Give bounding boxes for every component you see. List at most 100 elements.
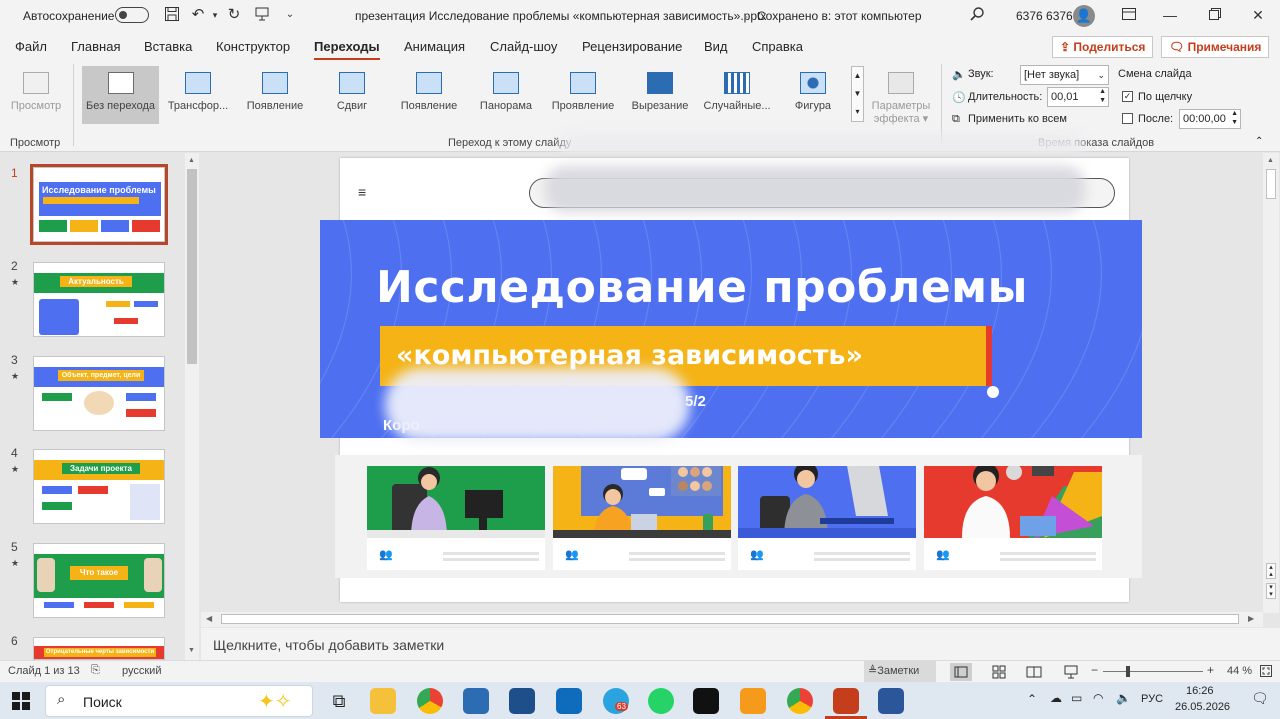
notes-button[interactable]: ≜Заметки xyxy=(864,661,936,682)
sound-select[interactable]: [Нет звука] ⌄ xyxy=(1020,65,1109,85)
minimize-icon[interactable]: — xyxy=(1150,3,1190,27)
taskbar-search-box[interactable]: ⌕ Поиск ✦✧ xyxy=(45,685,313,717)
preview-button[interactable]: Просмотр xyxy=(6,66,66,124)
card-image-4[interactable]: 👥 xyxy=(924,466,1102,570)
file-explorer-icon[interactable] xyxy=(370,688,396,714)
card-image-2[interactable]: 👥 xyxy=(553,466,731,570)
slide-title[interactable]: Исследование проблемы xyxy=(376,262,1028,313)
slide-thumbnail-2[interactable]: Актуальность xyxy=(33,262,165,337)
notifications-icon[interactable]: 🗨 xyxy=(1251,690,1269,707)
zoom-in-icon[interactable]: + xyxy=(1207,663,1214,677)
scroll-right-icon[interactable]: ▶ xyxy=(1248,614,1254,623)
undo-icon[interactable]: ↶ xyxy=(189,6,207,24)
powerpoint-icon[interactable] xyxy=(833,688,859,714)
transition-morph[interactable]: Трансфор... xyxy=(160,66,236,124)
windows-start-icon[interactable] xyxy=(12,692,30,713)
tab-review[interactable]: Рецензирование xyxy=(582,39,682,54)
save-icon[interactable] xyxy=(163,6,181,24)
notion-icon[interactable] xyxy=(693,688,719,714)
slide-thumbnail-1[interactable]: Исследование проблемы xyxy=(30,164,168,245)
user-avatar[interactable]: 👤 xyxy=(1073,5,1095,27)
gallery-scroll[interactable]: ▲ ▼ ▾ xyxy=(851,66,864,122)
scroll-down-icon[interactable]: ▼ xyxy=(188,647,195,654)
user-name[interactable]: 6376 6376 xyxy=(1016,9,1073,23)
spelling-icon[interactable]: ⎘ xyxy=(91,664,100,677)
transition-none[interactable]: Без перехода xyxy=(82,66,159,124)
close-icon[interactable]: ✕ xyxy=(1238,3,1278,27)
slide-thumbnail-3[interactable]: Объект, предмет, цели xyxy=(33,356,165,431)
slideshow-button[interactable] xyxy=(1060,663,1082,681)
spinner-icon[interactable]: ▲ ▼ xyxy=(1099,87,1106,105)
chevron-up-icon[interactable]: ⌃ xyxy=(1027,692,1037,706)
outlook-icon[interactable] xyxy=(556,688,582,714)
tab-view[interactable]: Вид xyxy=(704,39,728,54)
zoom-slider-thumb[interactable] xyxy=(1126,666,1130,677)
chrome-profile-icon[interactable] xyxy=(787,688,813,714)
slide-subtitle[interactable]: «компьютерная зависимость» xyxy=(396,340,863,371)
tab-transitions[interactable]: Переходы xyxy=(314,39,380,61)
slide-sorter-button[interactable] xyxy=(988,663,1010,681)
chrome-icon[interactable] xyxy=(417,688,443,714)
tab-design[interactable]: Конструктор xyxy=(216,39,290,54)
undo-dropdown-icon[interactable]: ▾ xyxy=(206,6,224,24)
input-language[interactable]: РУС xyxy=(1141,693,1163,705)
scrollbar-thumb[interactable] xyxy=(187,169,197,364)
customize-toolbar-icon[interactable]: ⌄ xyxy=(281,6,299,24)
whatsapp-icon[interactable] xyxy=(648,688,674,714)
zoom-out-icon[interactable]: − xyxy=(1091,663,1098,677)
tab-animations[interactable]: Анимация xyxy=(404,39,465,54)
battery-icon[interactable]: ▭ xyxy=(1071,691,1082,705)
clock-time[interactable]: 16:26 xyxy=(1186,685,1214,697)
apply-all-button[interactable]: Применить ко всем xyxy=(968,113,1067,125)
task-view-icon[interactable]: ⧉ xyxy=(326,688,352,714)
tab-insert[interactable]: Вставка xyxy=(144,39,192,54)
slide-thumbnail-4[interactable]: Задачи проекта xyxy=(33,449,165,524)
slide-thumbnail-5[interactable]: Что такое xyxy=(33,543,165,618)
card-image-3[interactable]: 👥 xyxy=(738,466,916,570)
transition-cut[interactable]: Вырезание xyxy=(622,66,698,124)
reading-view-button[interactable] xyxy=(1023,663,1045,681)
ribbon-display-icon[interactable] xyxy=(1109,3,1149,27)
share-button[interactable]: ⇪ Поделиться xyxy=(1052,36,1154,58)
notes-placeholder[interactable]: Щелкните, чтобы добавить заметки xyxy=(213,637,444,653)
card-image-1[interactable]: 👥 xyxy=(367,466,545,570)
normal-view-button[interactable] xyxy=(950,663,972,681)
collapse-ribbon-icon[interactable]: ⌃ xyxy=(1255,136,1263,147)
word-icon[interactable] xyxy=(878,688,904,714)
remote-desktop-icon[interactable] xyxy=(509,688,535,714)
next-slide-icon[interactable]: ▾ ▾ xyxy=(1266,583,1276,599)
tab-file[interactable]: Файл xyxy=(15,39,47,54)
scrollbar-thumb[interactable] xyxy=(1266,169,1276,199)
scrollbar-thumb[interactable] xyxy=(221,614,1239,624)
effect-options-button[interactable]: Параметры эффекта ▾ xyxy=(866,66,936,125)
transition-random-bars[interactable]: Случайные... xyxy=(699,66,775,124)
tab-home[interactable]: Главная xyxy=(71,39,120,54)
telegram-icon[interactable]: 63 xyxy=(603,688,629,714)
transition-wipe[interactable]: Появление xyxy=(391,66,467,124)
redo-icon[interactable]: ↻ xyxy=(225,6,243,24)
tab-slideshow[interactable]: Слайд-шоу xyxy=(490,39,557,54)
sublime-icon[interactable] xyxy=(740,688,766,714)
maximize-icon[interactable] xyxy=(1195,3,1235,27)
zoom-level[interactable]: 44 % xyxy=(1227,665,1252,677)
transition-push[interactable]: Сдвиг xyxy=(314,66,390,124)
clock-date[interactable]: 26.05.2026 xyxy=(1175,701,1230,713)
thumbnails-scrollbar[interactable]: ▲ ▼ xyxy=(185,153,199,660)
autosave-toggle[interactable] xyxy=(115,7,149,23)
onedrive-icon[interactable]: ☁ xyxy=(1050,691,1062,705)
volume-icon[interactable]: 🔈 xyxy=(1116,691,1131,705)
spinner-icon[interactable]: ▲ ▼ xyxy=(1231,109,1238,127)
wifi-icon[interactable]: ◠ xyxy=(1093,691,1103,705)
transition-shape[interactable]: Фигура xyxy=(776,66,850,124)
scroll-up-icon[interactable]: ▲ xyxy=(188,157,195,164)
language-indicator[interactable]: русский xyxy=(122,665,161,677)
zoom-slider[interactable] xyxy=(1103,671,1203,672)
microsoft-store-icon[interactable] xyxy=(463,688,489,714)
transition-reveal[interactable]: Проявление xyxy=(545,66,621,124)
slide-thumbnail-6[interactable]: Отрицательные черты зависимости xyxy=(33,637,165,660)
previous-slide-icon[interactable]: ▴ ▴ xyxy=(1266,563,1276,579)
after-checkbox[interactable] xyxy=(1122,113,1133,124)
scroll-left-icon[interactable]: ◀ xyxy=(206,614,212,623)
scroll-up-icon[interactable]: ▲ xyxy=(1267,157,1274,164)
duration-input[interactable]: 00,01 ▲ ▼ xyxy=(1047,87,1109,107)
